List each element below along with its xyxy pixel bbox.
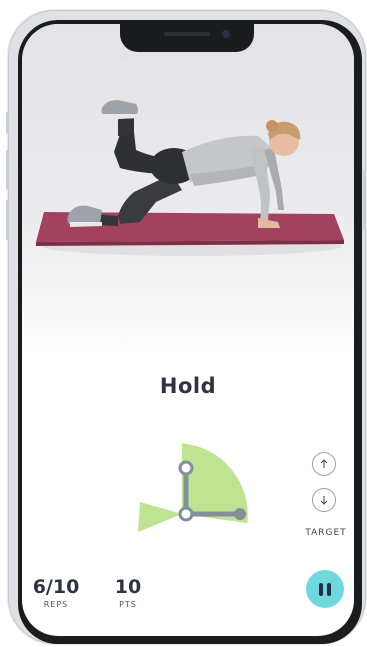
joint-marker-end: [234, 508, 246, 520]
phone-volume-up-button: [6, 150, 9, 190]
target-angle-sector-lower: [138, 502, 182, 532]
phone-volume-down-button: [6, 200, 9, 240]
joint-marker-top: [178, 460, 194, 476]
points-label: PTS: [119, 600, 137, 609]
app-screen: Hold TARGET 6/10 REPS 10 PTS: [22, 24, 354, 636]
joint-marker-pivot: [178, 506, 194, 522]
phone-notch: [120, 24, 254, 52]
exercise-photo: [22, 24, 354, 359]
reps-value: 6/10: [32, 576, 80, 598]
target-down-button[interactable]: [312, 488, 336, 512]
arrow-down-icon: [320, 496, 328, 505]
arrow-up-icon: [320, 459, 328, 468]
instruction-title: Hold: [159, 374, 217, 398]
target-control: TARGET: [300, 452, 352, 548]
points-value: 10: [114, 576, 142, 598]
phone-power-button: [363, 170, 366, 230]
app-screenshot: Hold TARGET 6/10 REPS 10 PTS: [0, 0, 367, 647]
phone-side-button: [6, 112, 9, 134]
reps-stat: 6/10 REPS: [28, 576, 84, 609]
points-stat: 10 PTS: [108, 576, 148, 609]
front-camera: [222, 30, 230, 38]
hair-bun: [266, 120, 278, 132]
reps-label: REPS: [43, 600, 69, 609]
pause-button[interactable]: [306, 570, 344, 608]
target-label: TARGET: [305, 528, 347, 538]
exercise-illustration: [36, 100, 344, 256]
notch-speaker: [164, 32, 210, 36]
pause-icon: [317, 582, 333, 596]
target-up-button[interactable]: [312, 452, 336, 476]
angle-gauge: [138, 443, 248, 532]
